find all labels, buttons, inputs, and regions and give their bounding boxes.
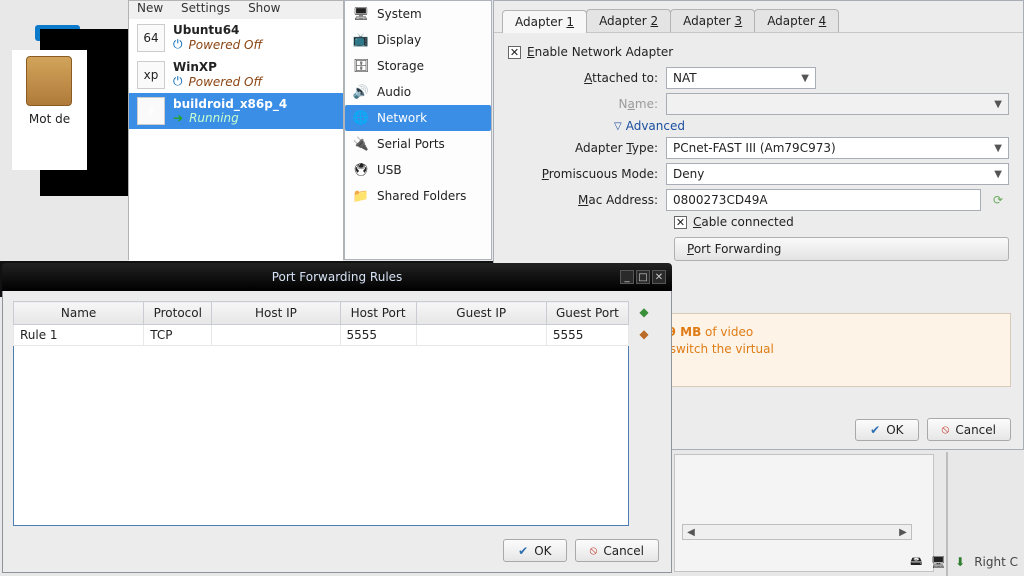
pf-cancel-button[interactable]: Cancel <box>575 539 659 562</box>
adapter-name-select: ▼ <box>666 93 1009 115</box>
col-guest-ip[interactable]: Guest IP <box>416 302 546 325</box>
vm-state: Powered Off <box>173 37 262 52</box>
cat-system[interactable]: System <box>345 1 491 27</box>
promiscuous-select[interactable]: Deny▼ <box>666 163 1009 185</box>
serial-icon <box>353 136 369 152</box>
cat-network[interactable]: Network <box>345 105 491 131</box>
col-host-ip[interactable]: Host IP <box>212 302 340 325</box>
usb-icon <box>353 162 369 178</box>
attached-to-label: Attached to: <box>508 71 666 85</box>
os-icon: ✳ <box>137 97 165 125</box>
vm-manager-menubar[interactable]: New Settings Show <box>129 1 343 19</box>
settings-category-list: System Display Storage Audio Network Ser… <box>344 0 492 260</box>
vm-name: Ubuntu64 <box>173 23 262 37</box>
desktop-file-label: Mot de <box>29 112 70 126</box>
shared-folders-icon <box>353 188 369 204</box>
os-icon: 64 <box>137 24 165 52</box>
promiscuous-label: Promiscuous Mode: <box>508 167 666 181</box>
settings-cancel-button[interactable]: Cancel <box>927 418 1011 441</box>
tab-adapter-2[interactable]: Adapter 2 <box>586 9 671 32</box>
mac-address-input[interactable]: 0800273CD49A <box>666 189 981 211</box>
cat-audio[interactable]: Audio <box>345 79 491 105</box>
vm-item-buildroid[interactable]: ✳ buildroid_x86p_4 Running <box>129 93 343 129</box>
vm-name: WinXP <box>173 60 262 74</box>
table-row[interactable]: Rule 1 TCP 5555 5555 <box>14 325 629 346</box>
monitor-icon <box>930 554 946 570</box>
col-host-port[interactable]: Host Port <box>340 302 416 325</box>
adapter-type-select[interactable]: PCnet-FAST III (Am79C973)▼ <box>666 137 1009 159</box>
checkbox-icon <box>508 46 521 59</box>
port-forwarding-dialog: Port Forwarding Rules _ □ ✕ Name Protoco… <box>2 263 672 573</box>
col-protocol[interactable]: Protocol <box>144 302 212 325</box>
adapter-type-label: Adapter Type: <box>508 141 666 155</box>
network-icon <box>353 110 369 126</box>
host-key-indicator: Right C <box>974 555 1018 569</box>
mac-refresh-button[interactable] <box>987 189 1009 211</box>
adapter-tabbar: Adapter 1 Adapter 2 Adapter 3 Adapter 4 <box>494 1 1023 33</box>
display-icon <box>353 32 369 48</box>
col-name[interactable]: Name <box>14 302 144 325</box>
checkbox-icon <box>674 216 687 229</box>
desktop-file[interactable]: Mot de <box>12 50 87 170</box>
tab-adapter-3[interactable]: Adapter 3 <box>670 9 755 32</box>
attached-to-select[interactable]: NAT▼ <box>666 67 816 89</box>
pf-remove-rule-button[interactable] <box>635 325 653 343</box>
cat-storage[interactable]: Storage <box>345 53 491 79</box>
vm-list: 64 Ubuntu64 Powered Off xp WinXP Powered… <box>129 19 343 261</box>
window-minimize-icon[interactable]: _ <box>620 270 634 284</box>
scroll-left-icon[interactable]: ◀ <box>683 527 699 538</box>
settings-ok-button[interactable]: OK <box>855 419 918 441</box>
menu-show[interactable]: Show <box>248 1 280 15</box>
bg-panel <box>674 454 934 572</box>
vm-item-winxp[interactable]: xp WinXP Powered Off <box>129 56 343 93</box>
disk-icon <box>908 554 924 570</box>
vm-item-ubuntu64[interactable]: 64 Ubuntu64 Powered Off <box>129 19 343 56</box>
menu-settings[interactable]: Settings <box>181 1 230 15</box>
cat-serial[interactable]: Serial Ports <box>345 131 491 157</box>
pf-titlebar[interactable]: Port Forwarding Rules _ □ ✕ <box>2 263 672 291</box>
cat-display[interactable]: Display <box>345 27 491 53</box>
os-icon: xp <box>137 61 165 89</box>
pf-rules-table[interactable]: Name Protocol Host IP Host Port Guest IP… <box>13 301 629 526</box>
pf-title-text: Port Forwarding Rules <box>272 270 403 284</box>
enable-adapter-check[interactable]: Enable Network Adapter <box>508 45 1009 59</box>
vm-state: Running <box>173 111 287 125</box>
window-close-icon[interactable]: ✕ <box>652 270 666 284</box>
audio-icon <box>353 84 369 100</box>
statusbar-icons: Right C <box>908 554 1018 570</box>
menu-new[interactable]: New <box>137 1 163 15</box>
adapter-name-label: Name: <box>508 97 666 111</box>
scroll-right-icon[interactable]: ▶ <box>895 527 911 538</box>
pf-add-rule-button[interactable] <box>635 303 653 321</box>
vm-manager-panel: New Settings Show 64 Ubuntu64 Powered Of… <box>128 0 344 260</box>
vm-state: Powered Off <box>173 74 262 89</box>
storage-icon <box>353 58 369 74</box>
horizontal-scrollbar[interactable]: ◀ ▶ <box>682 524 912 540</box>
download-icon <box>952 554 968 570</box>
folder-icon <box>26 56 72 106</box>
pf-ok-button[interactable]: OK <box>503 539 566 562</box>
vm-name: buildroid_x86p_4 <box>173 97 287 111</box>
cable-connected-check[interactable]: Cable connected <box>674 215 1009 229</box>
system-icon <box>353 6 369 22</box>
advanced-toggle[interactable]: Advanced <box>614 119 1009 133</box>
tab-adapter-1[interactable]: Adapter 1 <box>502 10 587 33</box>
tab-adapter-4[interactable]: Adapter 4 <box>754 9 839 32</box>
port-forwarding-button[interactable]: Port Forwarding <box>674 237 1009 261</box>
window-maximize-icon[interactable]: □ <box>636 270 650 284</box>
cat-shared[interactable]: Shared Folders <box>345 183 491 209</box>
col-guest-port[interactable]: Guest Port <box>546 302 628 325</box>
mac-label: Mac Address: <box>508 193 666 207</box>
cat-usb[interactable]: USB <box>345 157 491 183</box>
